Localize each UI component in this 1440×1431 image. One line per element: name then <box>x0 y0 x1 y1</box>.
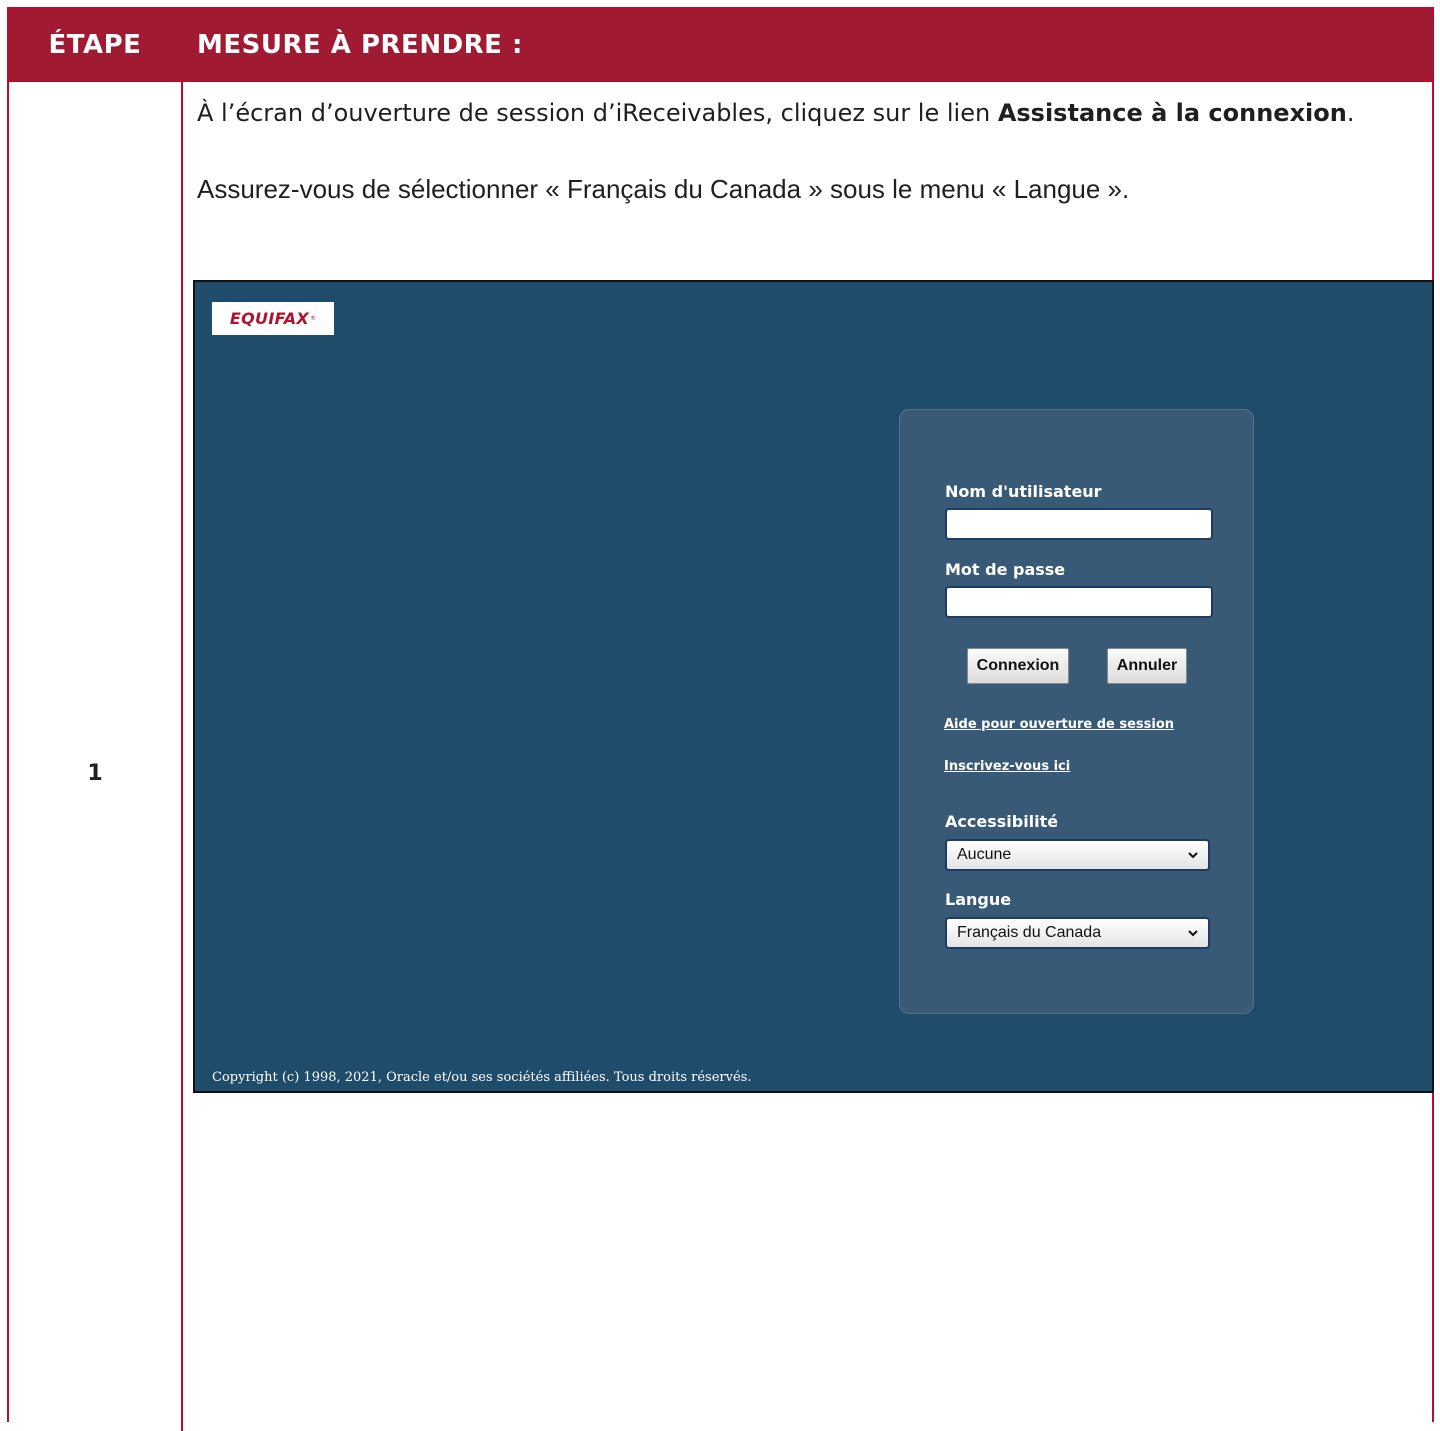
header-action: MESURE À PRENDRE : <box>197 29 523 60</box>
language-label: Langue <box>945 890 1012 909</box>
chevron-down-icon <box>1188 852 1198 859</box>
username-input[interactable] <box>945 508 1213 540</box>
instruction-table: ÉTAPE MESURE À PRENDRE : 1 À l’écran d’o… <box>7 7 1434 1431</box>
cancel-button[interactable]: Annuler <box>1107 648 1187 684</box>
login-panel: Nom d'utilisateur Mot de passe Connexion… <box>899 409 1254 1014</box>
accessibility-label: Accessibilité <box>945 812 1059 831</box>
accessibility-select[interactable]: Aucune <box>945 839 1210 871</box>
instruction-link-name: Assistance à la connexion <box>997 99 1347 127</box>
password-input[interactable] <box>945 586 1213 618</box>
instruction-language-text: Assurez-vous de sélectionner « Français … <box>197 174 1130 204</box>
column-divider <box>181 9 183 1431</box>
copyright-text: Copyright (c) 1998, 2021, Oracle et/ou s… <box>212 1070 752 1085</box>
register-link[interactable]: Inscrivez-vous ici <box>944 759 1070 774</box>
login-help-link[interactable]: Aide pour ouverture de session <box>944 717 1174 732</box>
language-select[interactable]: Français du Canada <box>945 917 1210 949</box>
instruction-prefix: À l’écran d’ouverture de session d’iRece… <box>197 99 998 127</box>
login-button[interactable]: Connexion <box>967 648 1069 684</box>
username-label: Nom d'utilisateur <box>945 482 1102 501</box>
table-header: ÉTAPE MESURE À PRENDRE : <box>9 9 1432 82</box>
step-number: 1 <box>87 761 103 786</box>
password-label: Mot de passe <box>945 560 1066 579</box>
language-value: Français du Canada <box>957 924 1102 941</box>
chevron-down-icon <box>1188 930 1198 937</box>
instruction-text: À l’écran d’ouverture de session d’iRece… <box>197 93 1397 133</box>
logo-wordmark: EQUIFAX <box>229 309 310 328</box>
accessibility-value: Aucune <box>957 846 1012 863</box>
header-step: ÉTAPE <box>48 29 142 60</box>
equifax-logo: EQUIFAX ® <box>212 302 334 335</box>
instruction-suffix: . <box>1346 99 1355 127</box>
login-screenshot: EQUIFAX ® Nom d'utilisateur Mot de passe … <box>193 280 1434 1093</box>
logo-registered-mark: ® <box>310 315 317 322</box>
